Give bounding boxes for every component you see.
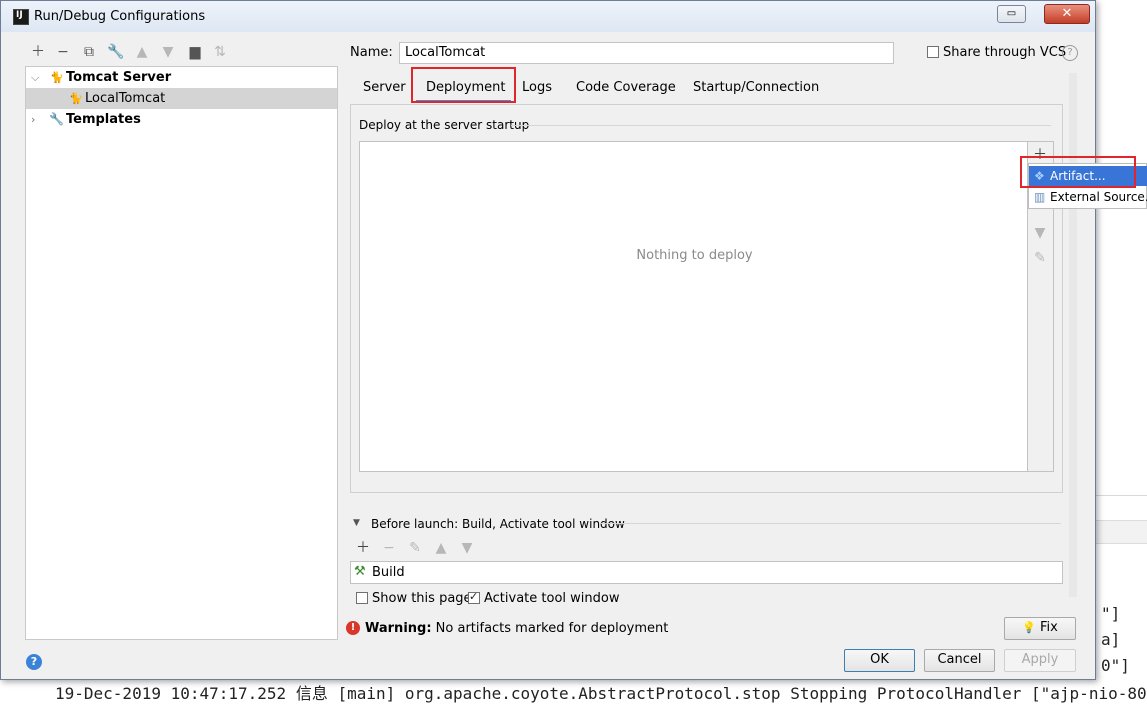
build-task-label: Build	[372, 565, 405, 580]
edit-icon[interactable]: ✎	[406, 539, 424, 557]
restore-button[interactable]: ▭	[997, 5, 1026, 23]
tomcat-icon: 🐈	[69, 92, 83, 105]
tab-server[interactable]: Server	[363, 79, 406, 101]
tree-item-label: LocalTomcat	[85, 91, 166, 106]
run-debug-dialog: IJ Run/Debug Configurations ▭ ✕ ＋ − ⧉ 🔧 …	[0, 0, 1096, 680]
background-divider	[1096, 495, 1147, 496]
chevron-right-icon[interactable]: ›	[31, 109, 35, 130]
tomcat-icon: 🐈	[50, 71, 64, 84]
tree-item-tomcat-server[interactable]: ⌵ 🐈 Tomcat Server	[26, 67, 337, 88]
archive-icon: ▥	[1034, 190, 1046, 204]
background-code-fragment: a]	[1101, 630, 1121, 649]
before-launch-list[interactable]: ⚒ Build	[350, 561, 1063, 584]
move-up-icon[interactable]: ▲	[133, 43, 151, 61]
window-title: Run/Debug Configurations	[34, 9, 206, 24]
move-down-icon[interactable]: ▼	[1031, 224, 1049, 242]
add-icon[interactable]: ＋	[29, 43, 47, 61]
before-launch-label: Before launch: Build, Activate tool wind…	[371, 517, 625, 531]
collapse-arrow-icon[interactable]: ▼	[353, 518, 360, 528]
group-divider	[511, 125, 1051, 126]
menu-item-label: External Source...	[1050, 190, 1147, 204]
sort-icon[interactable]: ⇅	[211, 43, 229, 61]
tab-startup-connection[interactable]: Startup/Connection	[693, 79, 819, 101]
empty-state-text: Nothing to deploy	[636, 248, 753, 263]
wrench-icon: 🔧	[49, 112, 64, 126]
copy-icon[interactable]: ⧉	[80, 43, 98, 61]
error-icon: !	[346, 621, 360, 635]
share-vcs-label: Share through VCS	[943, 45, 1067, 60]
name-input[interactable]: LocalTomcat	[399, 42, 894, 64]
help-icon[interactable]: ?	[1062, 45, 1078, 61]
annotation-highlight-box	[411, 67, 516, 103]
tree-templates-label: Templates	[66, 112, 141, 127]
edit-icon[interactable]: ✎	[1031, 249, 1049, 267]
deploy-list[interactable]: Nothing to deploy	[359, 141, 1028, 472]
folder-add-icon[interactable]: ▆	[186, 43, 204, 61]
tab-logs[interactable]: Logs	[522, 79, 552, 101]
hammer-icon: ⚒	[354, 564, 366, 579]
background-toolbar	[1096, 520, 1147, 544]
tree-item-templates[interactable]: › 🔧 Templates	[26, 109, 337, 130]
add-icon[interactable]: ＋	[354, 539, 372, 557]
show-page-checkbox[interactable]	[356, 592, 368, 604]
remove-icon[interactable]: −	[54, 43, 72, 61]
intellij-icon: IJ	[13, 9, 29, 25]
lightbulb-icon: 💡	[1022, 621, 1036, 634]
move-up-icon[interactable]: ▲	[432, 539, 450, 557]
scrollbar[interactable]	[1069, 73, 1077, 597]
show-page-label: Show this page	[372, 591, 472, 606]
tree-group-label: Tomcat Server	[66, 70, 172, 85]
activate-tool-window-checkbox[interactable]	[468, 590, 480, 604]
wrench-icon[interactable]: 🔧	[107, 43, 125, 61]
background-code-fragment: "]	[1101, 604, 1121, 623]
close-button[interactable]: ✕	[1044, 4, 1090, 24]
tree-item-localtomcat[interactable]: 🐈 LocalTomcat	[26, 88, 337, 109]
activate-tool-window-label: Activate tool window	[484, 591, 620, 606]
fix-button[interactable]: 💡 Fix	[1004, 617, 1076, 640]
move-down-icon[interactable]: ▼	[159, 43, 177, 61]
move-down-icon[interactable]: ▼	[458, 539, 476, 557]
apply-button[interactable]: Apply	[1004, 649, 1076, 672]
warning-text: No artifacts marked for deployment	[431, 621, 669, 636]
menu-item-external-source[interactable]: ▥ External Source...	[1029, 187, 1147, 207]
ok-button[interactable]: OK	[844, 649, 915, 672]
remove-icon[interactable]: −	[380, 539, 398, 557]
background-ide-area	[1096, 0, 1147, 694]
name-label: Name:	[350, 45, 393, 60]
cancel-button[interactable]: Cancel	[924, 649, 995, 672]
deploy-group-label: Deploy at the server startup	[359, 118, 530, 132]
warning-message: Warning: No artifacts marked for deploym…	[365, 621, 668, 636]
share-vcs-checkbox[interactable]	[927, 46, 939, 58]
tab-code-coverage[interactable]: Code Coverage	[576, 79, 676, 101]
annotation-highlight-box	[1020, 156, 1136, 188]
title-bar: IJ Run/Debug Configurations ▭ ✕	[1, 1, 1095, 32]
warning-prefix: Warning:	[365, 621, 432, 636]
background-code-fragment: 0"]	[1101, 656, 1130, 675]
help-button[interactable]: ?	[26, 654, 42, 670]
configuration-tree: ⌵ 🐈 Tomcat Server 🐈 LocalTomcat › 🔧 Temp…	[25, 66, 338, 640]
group-divider	[601, 523, 1061, 524]
fix-button-label: Fix	[1040, 620, 1058, 635]
background-console-line: 19-Dec-2019 10:47:17.252 信息 [main] org.a…	[55, 684, 1147, 703]
chevron-down-icon[interactable]: ⌵	[31, 67, 39, 88]
